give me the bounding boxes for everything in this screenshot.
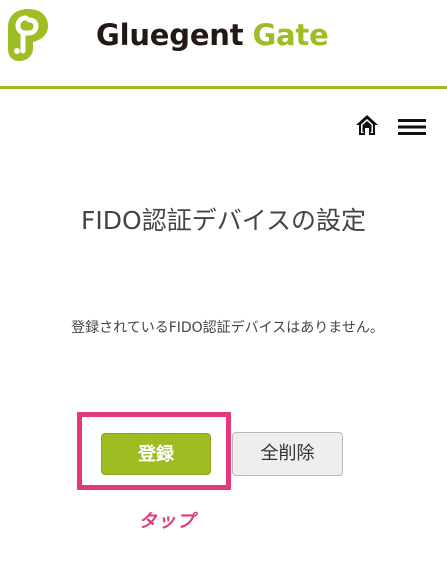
- page: Gluegent Gate FIDO認証デバイスの設定 登録されているFIDO認…: [0, 0, 447, 574]
- hamburger-menu-icon[interactable]: [398, 118, 426, 136]
- home-icon[interactable]: [355, 114, 379, 136]
- page-title: FIDO認証デバイスの設定: [81, 206, 366, 235]
- brand-logo-text: Gluegent Gate: [96, 14, 329, 56]
- tap-annotation-label: タップ: [138, 511, 196, 532]
- header: Gluegent Gate: [0, 0, 447, 89]
- no-devices-message: 登録されているFIDO認証デバイスはありません。: [71, 320, 384, 336]
- brand-name-part1: Gluegent: [96, 18, 244, 52]
- brand-name-part2: Gate: [252, 18, 329, 52]
- gluegent-logo-icon: [8, 9, 48, 61]
- register-button[interactable]: 登録: [101, 433, 211, 475]
- delete-all-button[interactable]: 全削除: [232, 432, 343, 476]
